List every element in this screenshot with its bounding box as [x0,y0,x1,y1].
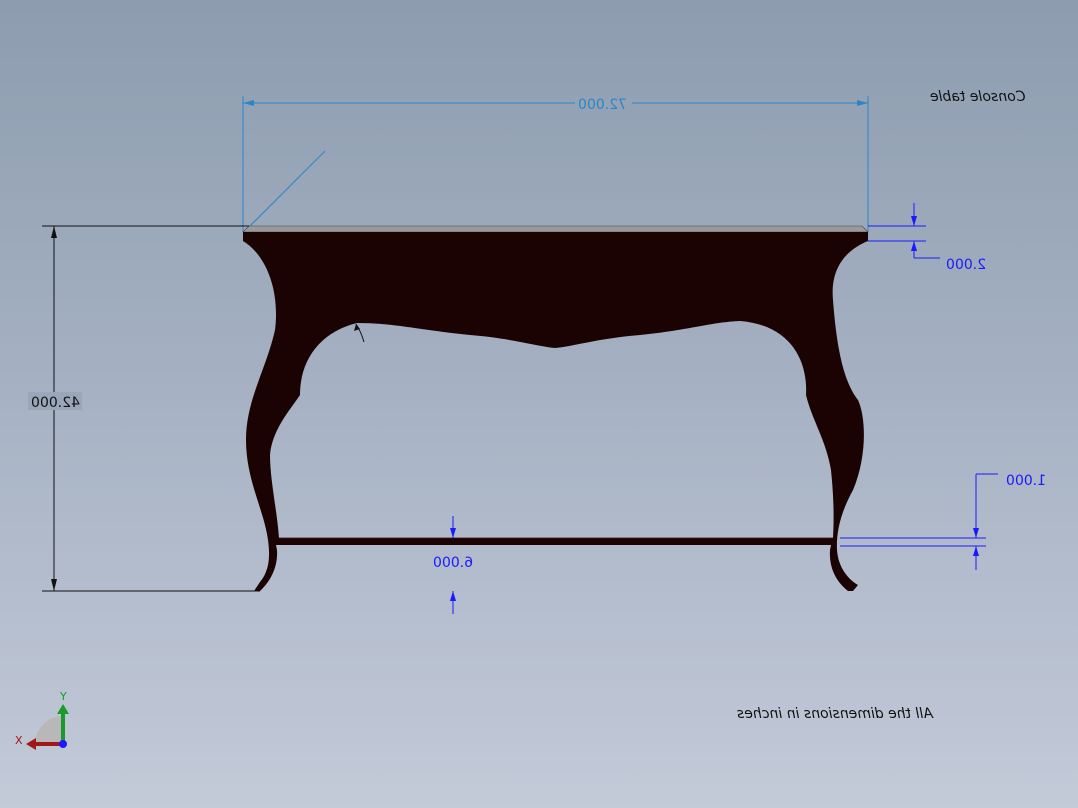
triad-plane-icon [35,716,63,744]
height-dimension-text: 42.000 [31,395,80,411]
arrowhead-icon [857,100,868,106]
width-dimension[interactable]: 72.000 [242,96,869,232]
triad-origin [59,740,67,748]
table-body[interactable] [243,232,868,591]
stretcher-thickness-dimension[interactable]: 1.000 [840,473,1046,570]
arrowhead-icon [26,738,36,750]
width-dimension-text: 72.000 [578,97,627,113]
y-axis-label: Y [59,690,67,703]
arrowhead-icon [51,579,57,591]
arrowhead-icon [973,528,979,538]
arrowhead-icon [973,546,979,556]
arrowhead-icon [57,704,69,714]
arrowhead-icon [243,100,254,106]
arrowhead-icon [911,216,917,226]
drawing-viewport[interactable]: Console table 72.000 42.000 2.000 1.000 … [0,0,1078,808]
top-thickness-text: 2.000 [946,257,986,273]
height-dimension[interactable]: 42.000 [28,225,260,592]
table-top-surface[interactable] [242,225,869,233]
top-thickness-dimension[interactable]: 2.000 [868,203,986,273]
arrowhead-icon [450,591,456,601]
leader-line [246,150,326,230]
arrowhead-icon [911,241,917,251]
arrowhead-icon [450,528,456,538]
stretcher-height-text: 6.000 [433,555,473,571]
x-axis-label: X [15,734,23,747]
drawing-title: Console table [930,89,1025,105]
arrowhead-icon [51,226,57,238]
units-note: All the dimensions in inches [737,706,934,722]
stretcher-height-dimension[interactable]: 6.000 [433,516,473,614]
coordinate-triad[interactable]: Y X [15,690,69,750]
stretcher-thickness-text: 1.000 [1006,473,1046,489]
